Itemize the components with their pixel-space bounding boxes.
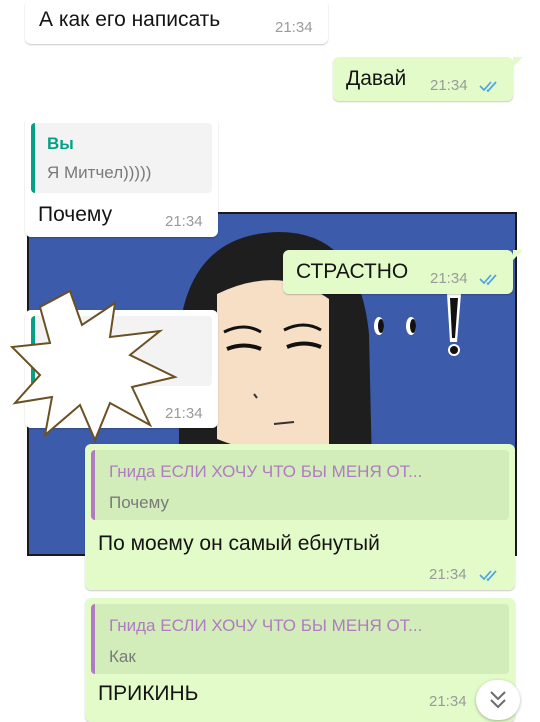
message-time: 21:34	[430, 270, 468, 287]
message-incoming[interactable]: А как его написать 21:34	[25, 0, 328, 44]
message-time: 21:34	[275, 19, 313, 36]
message-text: По моему он самый ебнутый	[98, 532, 380, 555]
comic-burst-overlay	[10, 289, 178, 443]
message-outgoing[interactable]: Давай 21:34	[333, 57, 513, 101]
quoted-message[interactable]: Гнида ЕСЛИ ХОЧУ ЧТО БЫ МЕНЯ ОТ... Как	[91, 604, 509, 674]
scroll-down-button[interactable]	[476, 680, 520, 720]
message-text: СТРАСТНО	[296, 260, 409, 283]
bubble-tail	[513, 250, 523, 260]
message-outgoing[interactable]: СТРАСТНО 21:34	[283, 250, 513, 294]
quote-text: Как	[109, 647, 136, 666]
message-time: 21:34	[430, 77, 468, 94]
message-outgoing[interactable]: Гнида ЕСЛИ ХОЧУ ЧТО БЫ МЕНЯ ОТ... Как ПР…	[85, 598, 515, 722]
quoted-message[interactable]: Вы Я Митчел)))))	[31, 123, 212, 193]
bubble-tail	[513, 57, 523, 67]
quote-text: Почему	[109, 493, 169, 512]
message-time: 21:34	[165, 213, 203, 230]
quoted-message[interactable]: Гнида ЕСЛИ ХОЧУ ЧТО БЫ МЕНЯ ОТ... Почему	[91, 450, 509, 520]
quote-text: Я Митчел)))))	[47, 163, 152, 182]
quote-author: Гнида ЕСЛИ ХОЧУ ЧТО БЫ МЕНЯ ОТ...	[109, 616, 423, 635]
double-check-icon	[479, 570, 497, 582]
message-text: А как его написать	[39, 8, 221, 31]
message-text: Почему	[38, 203, 113, 226]
message-text: ПРИКИНЬ	[98, 682, 199, 705]
message-time: 21:34	[429, 566, 467, 583]
quote-author: Вы	[47, 134, 74, 153]
double-check-icon	[479, 274, 497, 286]
message-text: Давай	[346, 67, 407, 90]
double-check-icon	[479, 81, 497, 93]
message-incoming[interactable]: Вы Я Митчел))))) Почему 21:34	[25, 117, 218, 237]
quote-author: Гнида ЕСЛИ ХОЧУ ЧТО БЫ МЕНЯ ОТ...	[109, 462, 423, 481]
message-time: 21:34	[429, 693, 467, 710]
double-chevron-down-icon	[490, 691, 506, 709]
message-outgoing[interactable]: Гнида ЕСЛИ ХОЧУ ЧТО БЫ МЕНЯ ОТ... Почему…	[85, 444, 515, 590]
